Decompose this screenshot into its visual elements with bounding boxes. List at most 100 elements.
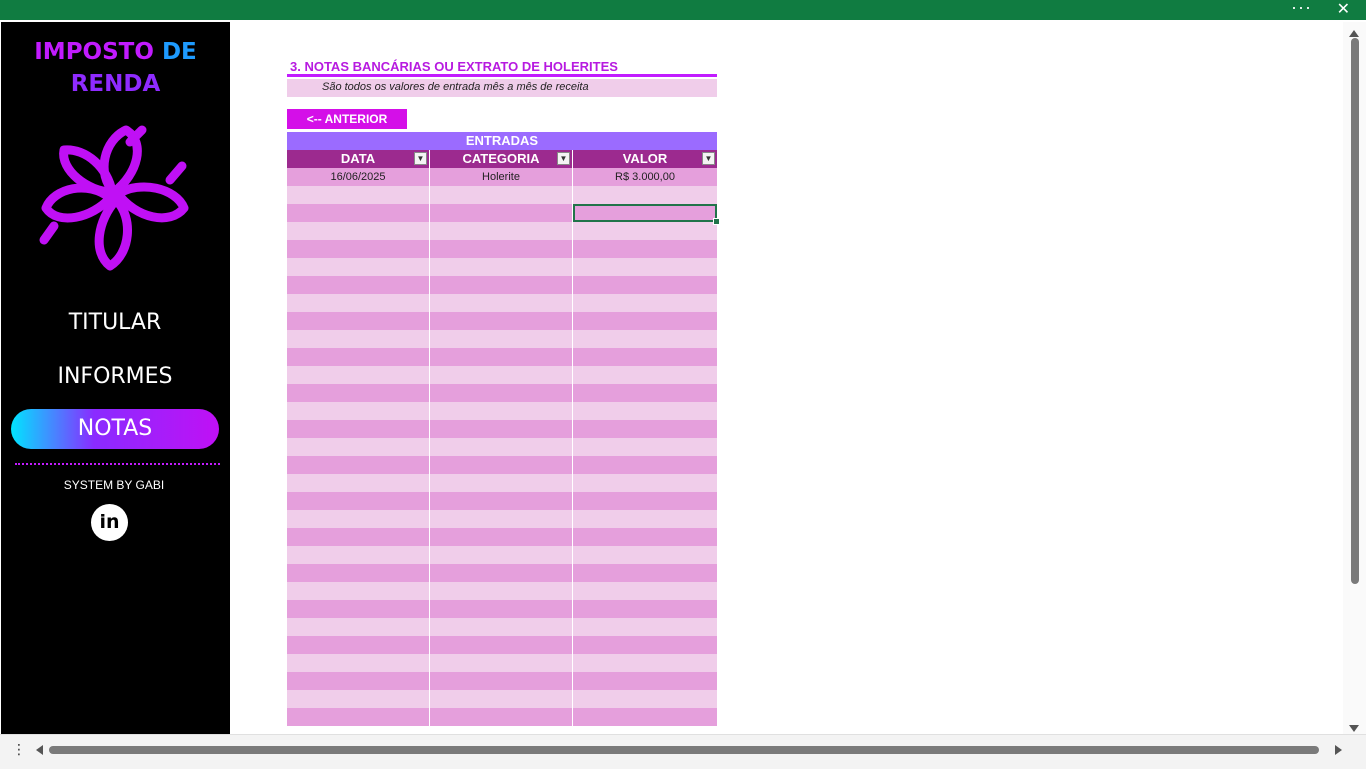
table-cell[interactable] [287,492,430,510]
table-cell[interactable] [430,690,573,708]
dropdown-filter-icon[interactable]: ▼ [702,152,715,165]
table-cell[interactable] [573,708,717,726]
table-cell[interactable] [287,402,430,420]
close-icon[interactable]: ✕ [1337,1,1350,19]
table-cell[interactable] [287,564,430,582]
nav-notas-active[interactable]: NOTAS [11,409,219,449]
table-cell[interactable] [287,672,430,690]
table-cell[interactable] [573,330,717,348]
table-cell[interactable] [573,492,717,510]
table-cell[interactable] [573,690,717,708]
table-cell[interactable] [430,708,573,726]
table-cell[interactable] [573,474,717,492]
table-cell[interactable] [430,438,573,456]
table-cell[interactable] [430,312,573,330]
table-cell[interactable] [430,528,573,546]
table-cell[interactable] [430,402,573,420]
dropdown-filter-icon[interactable]: ▼ [557,152,570,165]
previous-button[interactable]: <-- ANTERIOR [287,109,407,129]
table-cell[interactable] [287,276,430,294]
table-cell[interactable] [287,510,430,528]
table-cell[interactable] [430,654,573,672]
table-cell[interactable] [573,564,717,582]
table-cell[interactable] [430,348,573,366]
vertical-scrollbar[interactable] [1343,22,1366,734]
table-cell[interactable] [573,276,717,294]
table-cell[interactable] [287,294,430,312]
table-cell[interactable] [573,636,717,654]
table-cell[interactable] [287,546,430,564]
table-cell[interactable] [287,222,430,240]
nav-informes[interactable]: INFORMES [11,357,219,397]
dropdown-filter-icon[interactable]: ▼ [414,152,427,165]
table-cell[interactable] [573,312,717,330]
table-cell[interactable] [287,690,430,708]
table-cell[interactable] [287,600,430,618]
table-cell[interactable] [430,294,573,312]
column-header-categoria[interactable]: CATEGORIA ▼ [430,150,573,168]
table-cell[interactable] [287,186,430,204]
table-cell[interactable] [287,654,430,672]
table-cell[interactable] [287,582,430,600]
table-cell[interactable] [430,492,573,510]
table-cell[interactable] [573,366,717,384]
table-cell[interactable] [573,384,717,402]
table-cell[interactable] [430,546,573,564]
table-cell[interactable] [573,186,717,204]
table-cell[interactable] [430,636,573,654]
scroll-up-icon[interactable] [1349,30,1359,37]
horizontal-scroll-thumb[interactable] [49,746,1319,754]
column-header-valor[interactable]: VALOR ▼ [573,150,717,168]
table-cell[interactable] [430,420,573,438]
table-cell[interactable] [573,618,717,636]
table-cell[interactable] [287,384,430,402]
table-cell[interactable] [430,240,573,258]
table-cell[interactable] [573,348,717,366]
table-cell[interactable] [430,258,573,276]
table-cell[interactable] [287,420,430,438]
table-cell[interactable] [287,618,430,636]
table-cell[interactable] [573,456,717,474]
table-cell[interactable] [430,276,573,294]
table-cell[interactable] [430,618,573,636]
table-cell[interactable]: R$ 3.000,00 [573,168,717,186]
table-cell[interactable] [287,366,430,384]
table-cell[interactable] [573,402,717,420]
table-cell[interactable] [573,582,717,600]
sheet-options-icon[interactable]: ⋮ [12,741,26,758]
table-cell[interactable] [430,384,573,402]
table-cell[interactable] [573,240,717,258]
table-cell[interactable] [287,636,430,654]
table-cell[interactable] [287,474,430,492]
column-header-data[interactable]: DATA ▼ [287,150,430,168]
table-cell[interactable] [430,330,573,348]
table-cell[interactable] [573,438,717,456]
table-cell[interactable] [573,294,717,312]
table-cell[interactable] [430,204,573,222]
table-cell[interactable] [430,582,573,600]
table-cell[interactable] [430,186,573,204]
table-cell[interactable] [573,510,717,528]
scroll-down-icon[interactable] [1349,725,1359,732]
table-cell[interactable] [287,528,430,546]
table-cell[interactable] [573,600,717,618]
table-cell[interactable] [573,420,717,438]
table-cell[interactable]: Holerite [430,168,573,186]
table-cell[interactable] [287,348,430,366]
table-cell[interactable] [573,672,717,690]
table-cell[interactable] [287,708,430,726]
more-options-icon[interactable]: ··· [1291,0,1312,20]
selected-cell[interactable] [573,204,720,225]
table-cell[interactable] [573,222,717,240]
table-cell[interactable] [287,204,430,222]
table-cell[interactable] [573,258,717,276]
linkedin-icon[interactable]: in [91,504,128,541]
table-cell[interactable] [430,366,573,384]
table-cell[interactable] [573,654,717,672]
table-cell[interactable] [430,510,573,528]
table-cell[interactable] [573,546,717,564]
table-cell[interactable] [287,312,430,330]
table-cell[interactable]: 16/06/2025 [287,168,430,186]
table-cell[interactable] [287,240,430,258]
nav-titular[interactable]: TITULAR [11,303,219,343]
